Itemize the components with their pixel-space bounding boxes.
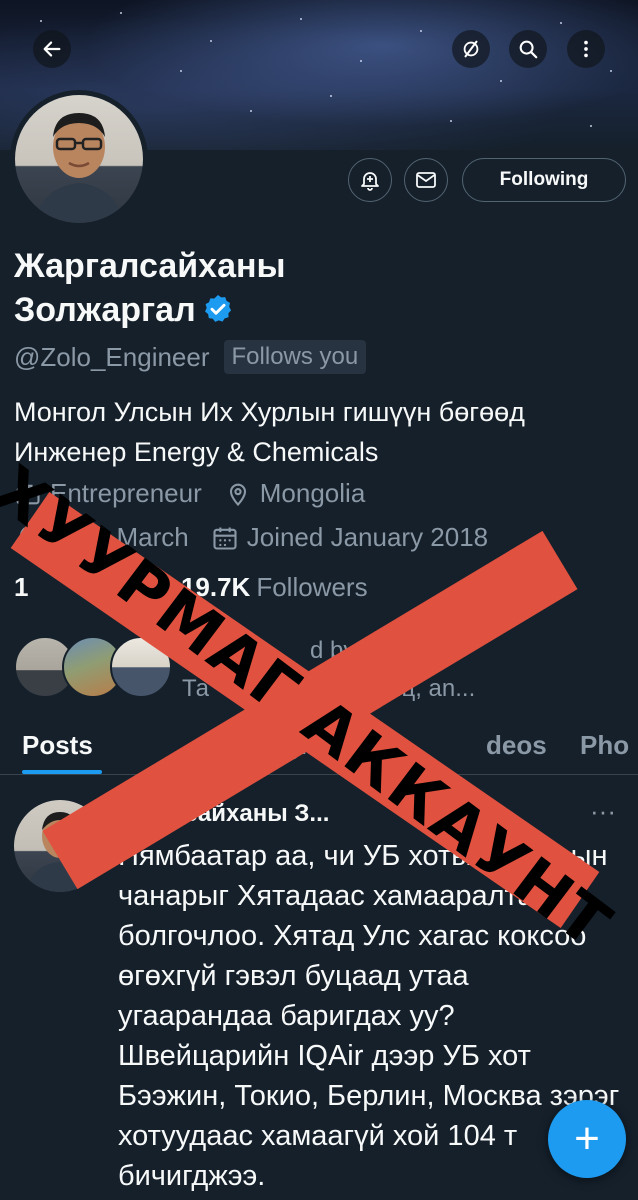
profile-name-line1: Жаргалсайханы bbox=[14, 247, 286, 285]
compose-button[interactable]: + bbox=[548, 1100, 626, 1178]
verified-badge-icon[interactable] bbox=[202, 292, 234, 336]
profile-name-line2: Золжаргал bbox=[14, 291, 196, 329]
tweet-author[interactable]: аргалсайханы З... bbox=[118, 800, 329, 828]
calendar-icon bbox=[213, 527, 237, 550]
tab-posts[interactable]: Posts bbox=[22, 730, 93, 761]
notifications-button[interactable] bbox=[348, 158, 392, 202]
bell-plus-icon bbox=[361, 172, 379, 191]
tab-videos[interactable]: deos bbox=[486, 730, 547, 761]
location-pin-icon bbox=[229, 483, 246, 506]
profile-name: Жаргалсайханы Золжаргал bbox=[14, 244, 286, 336]
avatar-photo bbox=[15, 95, 143, 223]
tab-photos[interactable]: Pho bbox=[580, 730, 629, 761]
profile-joined: Joined January 2018 bbox=[246, 522, 489, 552]
more-vertical-icon bbox=[584, 40, 588, 58]
profile-location: Mongolia bbox=[259, 478, 366, 508]
more-button[interactable] bbox=[567, 30, 605, 68]
bio-line-1: Монгол Улсын Их Хурлын гишүүн бөгөөд bbox=[14, 397, 525, 427]
active-tab-indicator bbox=[22, 770, 102, 774]
followers-label: Followers bbox=[256, 572, 368, 602]
following-stat[interactable]: 1 bbox=[14, 572, 34, 603]
following-button[interactable]: Following bbox=[462, 158, 626, 202]
grok-button[interactable] bbox=[452, 30, 490, 68]
search-button[interactable] bbox=[509, 30, 547, 68]
following-count: 1 bbox=[14, 572, 29, 602]
arrow-left-icon bbox=[43, 41, 61, 57]
profile-handle: @Zolo_Engineer bbox=[14, 341, 210, 372]
bio-line-2: Инженер Energy & Chemicals bbox=[14, 437, 379, 467]
envelope-icon bbox=[416, 172, 436, 188]
back-button[interactable] bbox=[33, 30, 71, 68]
profile-bio: Монгол Улсын Их Хурлын гишүүн бөгөөд Инж… bbox=[14, 392, 624, 472]
tweet-author-name: аргалсайханы З... bbox=[118, 800, 330, 827]
profile-avatar[interactable] bbox=[10, 90, 148, 228]
search-icon bbox=[519, 40, 538, 59]
tweet-avatar[interactable] bbox=[14, 800, 106, 892]
message-button[interactable] bbox=[404, 158, 448, 202]
follows-you-badge: Follows you bbox=[223, 340, 367, 374]
tweet-more-button[interactable]: ··· bbox=[590, 796, 616, 827]
handle-row: @Zolo_Engineer Follows you bbox=[14, 340, 367, 374]
slash-circle-icon bbox=[463, 40, 479, 58]
